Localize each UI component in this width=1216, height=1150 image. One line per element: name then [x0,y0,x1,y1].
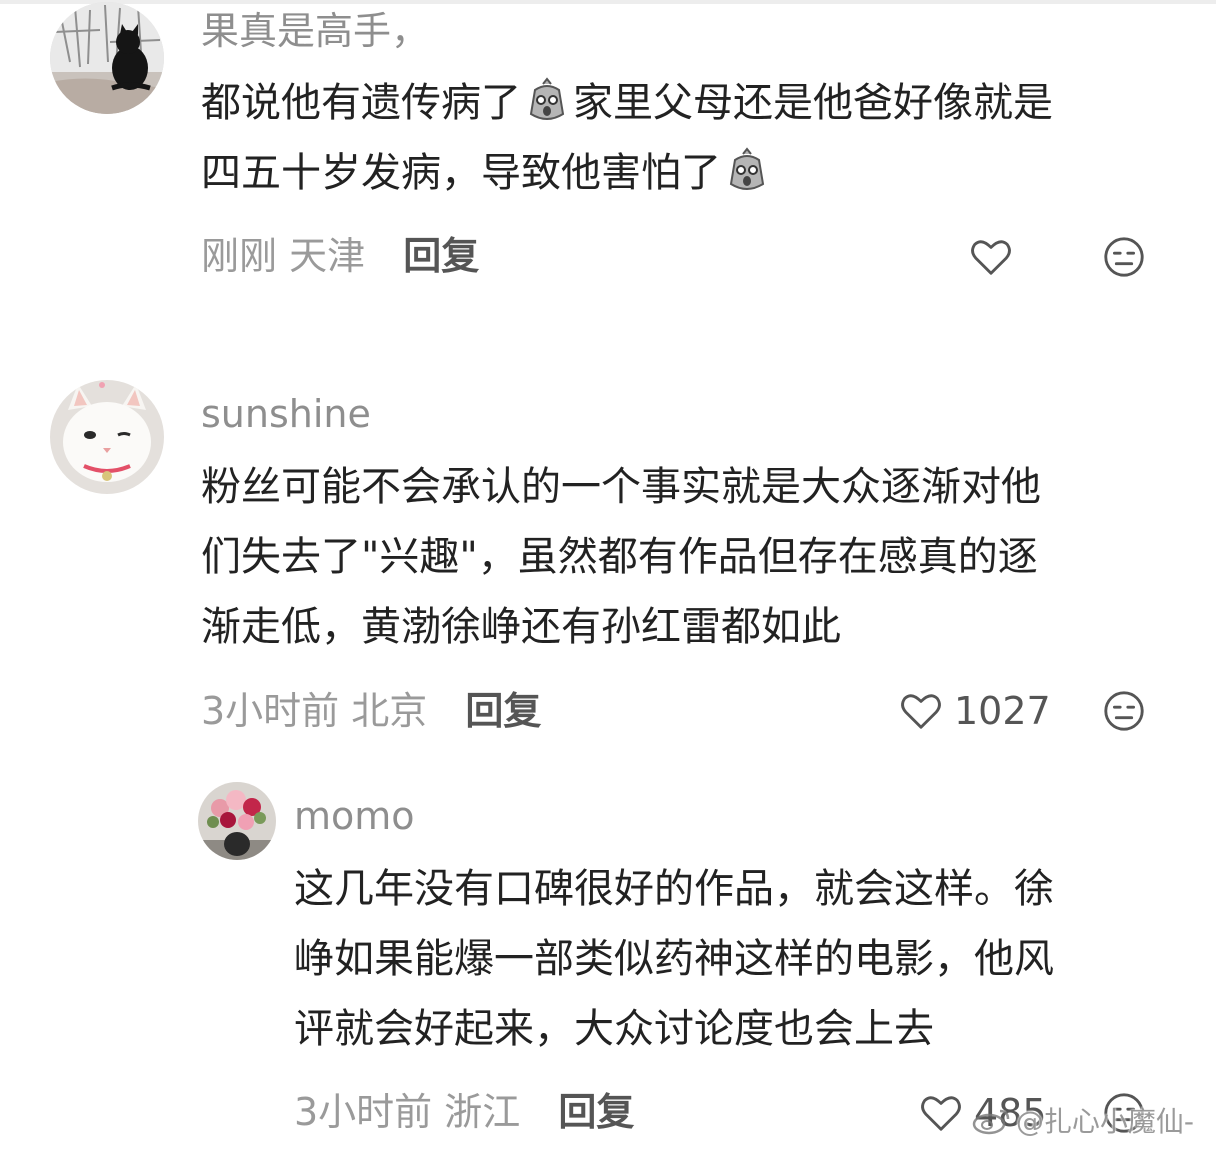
content-line: 这几年没有口碑很好的作品，就会这样。徐 [294,866,1054,912]
top-divider [0,0,1216,4]
comment-content: 粉丝可能不会承认的一个事实就是大众逐渐对他 们失去了"兴趣"，虽然都有作品但存在… [201,452,1041,662]
comment-time: 3小时前 [294,1090,433,1134]
content-line: 峥如果能爆一部类似药神这样的电影，他风 [294,936,1054,982]
avatar-cat-window[interactable] [50,2,164,114]
comment-meta: 3小时前 北京 回复 [201,692,541,730]
like-button[interactable]: 1027 [898,686,1051,736]
comment-username[interactable]: momo [294,797,415,835]
comment-location: 天津 [289,234,366,278]
like-button[interactable] [968,232,1024,282]
content-text: 四五十岁发病，导致他害怕了 [201,150,721,196]
content-line: 粉丝可能不会承认的一个事实就是大众逐渐对他 [201,464,1041,510]
shocked-bag-emoji-icon [523,76,571,124]
comment-time: 刚刚 [201,234,278,278]
reply-button[interactable]: 回复 [403,234,479,278]
weibo-logo-icon [972,1109,1010,1135]
avatar-flowers[interactable] [198,782,276,860]
comment-time: 3小时前 [201,689,340,733]
heart-outline-icon [901,694,941,729]
comment-meta: 3小时前 浙江 回复 [294,1093,634,1131]
comment-content: 这几年没有口碑很好的作品，就会这样。徐 峥如果能爆一部类似药神这样的电影，他风 … [294,854,1054,1064]
avatar-white-cat[interactable] [50,380,164,494]
watermark-text: @扎心小魔仙- [1015,1105,1194,1138]
meh-face-icon [1104,691,1144,731]
like-count: 1027 [954,689,1051,733]
shocked-bag-emoji-icon [723,146,771,194]
meh-face-icon [1104,237,1144,277]
comment-username[interactable]: sunshine [201,395,371,433]
content-line: 们失去了"兴趣"，虽然都有作品但存在感真的逐 [201,534,1038,580]
comment-content: 都说他有遗传病了 家里父母还是他爸好像就是 四五十岁发病，导致他害怕了 [201,68,1053,208]
content-text: 家里父母还是他爸好像就是 [573,80,1053,126]
comment-username[interactable]: 果真是高手， [201,12,429,50]
comment-location: 浙江 [444,1090,521,1134]
content-line: 渐走低，黄渤徐峥还有孙红雷都如此 [201,604,841,650]
heart-outline-icon [921,1096,961,1131]
dislike-button[interactable] [1101,234,1147,280]
content-text: 都说他有遗传病了 [201,80,521,126]
reply-button[interactable]: 回复 [465,689,541,733]
heart-outline-icon [971,240,1011,275]
reply-button[interactable]: 回复 [558,1090,634,1134]
comment-location: 北京 [351,689,428,733]
weibo-watermark: @扎心小魔仙- [972,1100,1194,1140]
dislike-button[interactable] [1101,688,1147,734]
comment-meta: 刚刚 天津 回复 [201,237,479,275]
content-line: 评就会好起来，大众讨论度也会上去 [294,1006,934,1052]
